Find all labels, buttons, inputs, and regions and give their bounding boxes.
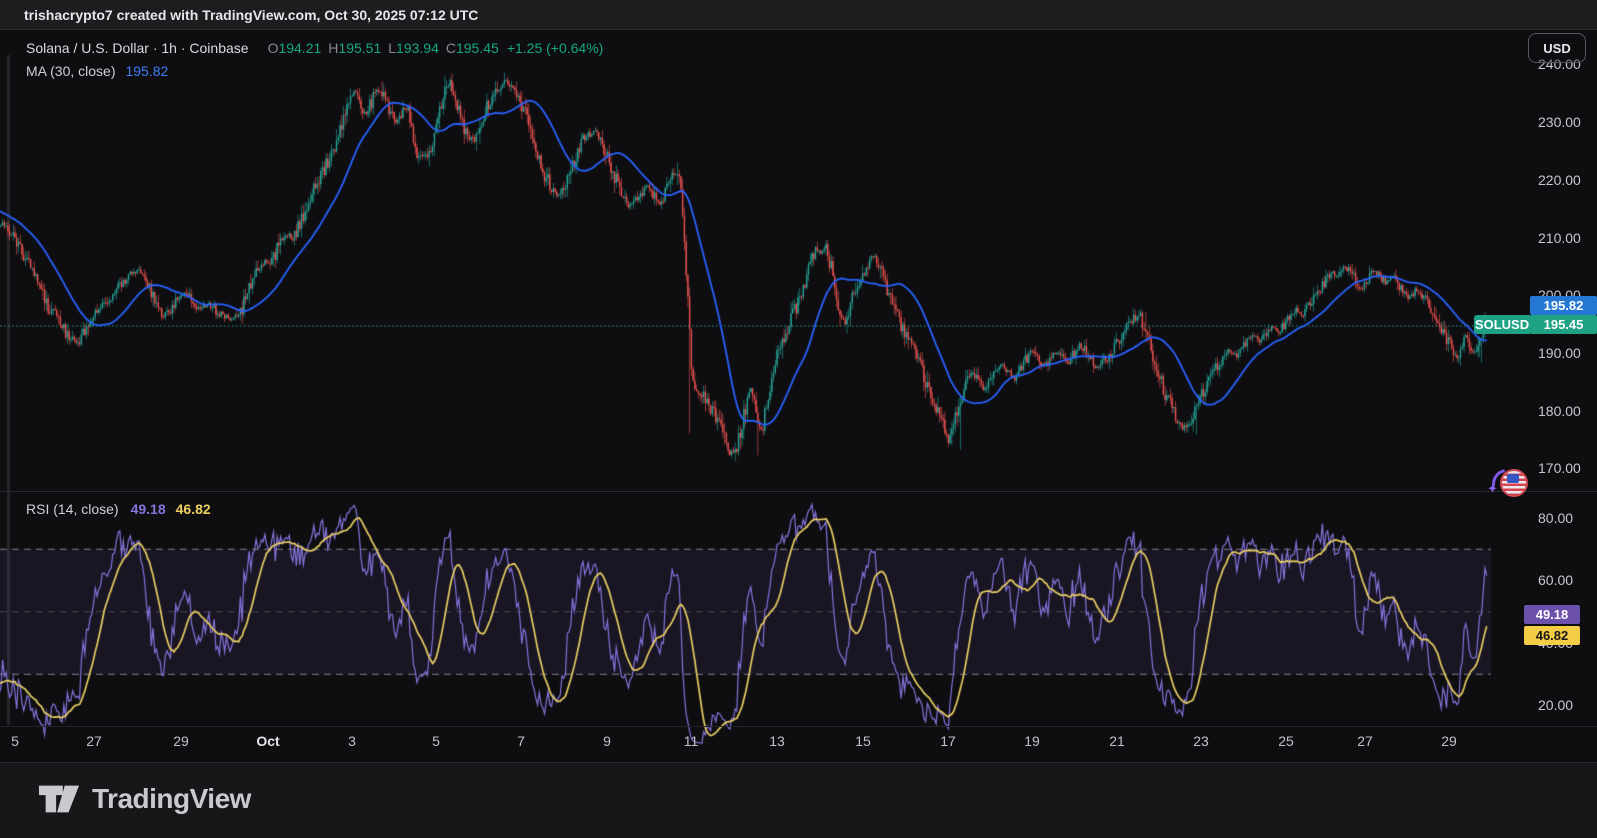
close-label: C xyxy=(445,40,456,56)
symbol-tag: SOLUSD xyxy=(1474,315,1530,334)
rsi-value-badge: 49.18 xyxy=(1524,605,1580,624)
price-tick-label: 180.00 xyxy=(1538,403,1581,419)
tradingview-logo-text: TradingView xyxy=(92,783,251,814)
time-tick-label: 11 xyxy=(683,733,699,749)
tradingview-chart-snapshot: trishacrypto7 created with TradingView.c… xyxy=(0,0,1597,838)
symbol-legend-row: Solana / U.S. Dollar · 1h · Coinbase O194… xyxy=(26,38,603,58)
time-tick-label: 5 xyxy=(11,733,19,749)
symbol-legend: Solana / U.S. Dollar · 1h · Coinbase O194… xyxy=(26,38,603,84)
time-tick-label: 3 xyxy=(348,733,356,749)
time-tick-label: 29 xyxy=(1441,733,1457,749)
price-chart-canvas[interactable] xyxy=(0,30,1597,762)
attribution-bar: trishacrypto7 created with TradingView.c… xyxy=(0,0,1597,30)
time-tick-label: 13 xyxy=(769,733,785,749)
flag-avatar-icon xyxy=(1500,469,1528,497)
time-axis-separator xyxy=(0,726,1597,727)
user-avatar-watermark: ✦ xyxy=(1486,463,1528,505)
price-tick-label: 210.00 xyxy=(1538,230,1581,246)
ma-price-badge: 195.82 xyxy=(1530,296,1597,315)
symbol-title[interactable]: Solana / U.S. Dollar · 1h · Coinbase xyxy=(26,40,249,56)
tradingview-logo[interactable]: TradingView xyxy=(38,783,251,815)
time-tick-label: 7 xyxy=(517,733,525,749)
price-tick-label: 220.00 xyxy=(1538,172,1581,188)
time-tick-label: 19 xyxy=(1024,733,1040,749)
price-tick-label: 230.00 xyxy=(1538,114,1581,130)
rsi-tick-label: 60.00 xyxy=(1538,572,1574,588)
time-tick-label: 21 xyxy=(1109,733,1125,749)
low-label: L xyxy=(388,40,397,56)
time-tick-label: 9 xyxy=(603,733,611,749)
time-tick-label: Oct xyxy=(256,733,280,749)
time-tick-label: 25 xyxy=(1278,733,1294,749)
time-tick-label: 23 xyxy=(1193,733,1209,749)
rsi-indicator-label[interactable]: RSI (14, close) xyxy=(26,501,119,517)
rsi-value: 49.18 xyxy=(130,501,166,517)
rsi-legend: RSI (14, close) 49.18 46.82 xyxy=(26,501,211,517)
price-tick-label: 170.00 xyxy=(1538,460,1581,476)
time-tick-label: 27 xyxy=(1357,733,1373,749)
price-tick-label: 190.00 xyxy=(1538,345,1581,361)
attribution-text: trishacrypto7 created with TradingView.c… xyxy=(24,7,479,23)
time-tick-label: 15 xyxy=(855,733,871,749)
rsi-ma-value: 46.82 xyxy=(175,501,211,517)
high-value: 195.51 xyxy=(338,40,382,56)
time-tick-label: 17 xyxy=(940,733,956,749)
pane-separator[interactable] xyxy=(0,491,1597,492)
close-value: 195.45 xyxy=(455,40,499,56)
currency-toggle-button[interactable]: USD xyxy=(1528,33,1586,63)
open-label: O xyxy=(267,40,279,56)
tradingview-logo-icon xyxy=(38,785,80,813)
last-price-badge: 195.45 xyxy=(1530,315,1597,334)
ma-indicator-value: 195.82 xyxy=(125,63,169,79)
footer-bar: TradingView xyxy=(0,762,1597,838)
high-label: H xyxy=(328,40,339,56)
rsi-tick-label: 80.00 xyxy=(1538,510,1574,526)
rsi-ma-value-badge: 46.82 xyxy=(1524,626,1580,645)
time-tick-label: 29 xyxy=(173,733,189,749)
rsi-tick-label: 20.00 xyxy=(1538,697,1574,713)
ma-indicator-label[interactable]: MA (30, close) xyxy=(26,63,115,79)
low-value: 193.94 xyxy=(396,40,439,56)
ma-legend-row: MA (30, close) 195.82 xyxy=(26,61,603,81)
change-value: +1.25 (+0.64%) xyxy=(506,40,604,56)
time-tick-label: 5 xyxy=(432,733,440,749)
open-value: 194.21 xyxy=(278,40,322,56)
time-tick-label: 27 xyxy=(86,733,102,749)
